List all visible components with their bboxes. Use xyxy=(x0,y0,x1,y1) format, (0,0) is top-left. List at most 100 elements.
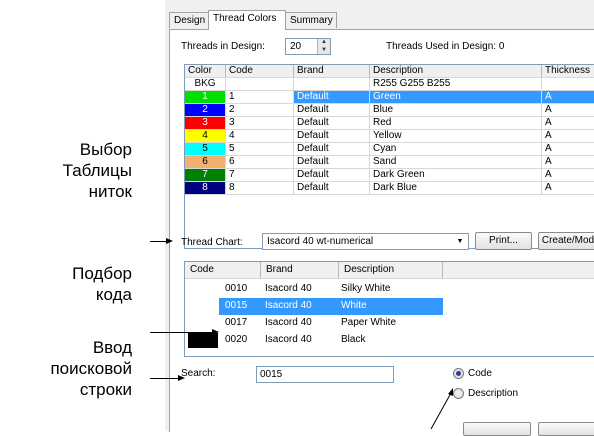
thread-swatch xyxy=(188,282,218,297)
brand-cell[interactable]: Default xyxy=(294,169,370,181)
list-item[interactable]: 0015 Isacord 40 White xyxy=(185,298,594,315)
brand-cell[interactable] xyxy=(294,78,370,90)
color-cell[interactable]: 6 xyxy=(185,156,226,168)
description-cell[interactable]: Yellow xyxy=(370,130,542,142)
code-cell[interactable]: 4 xyxy=(226,130,294,142)
create-modify-button[interactable]: Create/Modify xyxy=(538,232,594,250)
column-header-code[interactable]: Code xyxy=(226,65,294,77)
column-header-description[interactable]: Description xyxy=(339,262,443,278)
color-cell[interactable]: 2 xyxy=(185,104,226,116)
thread-match-list[interactable]: Code Brand Description 0010 Isacord 40 Sil… xyxy=(184,261,594,357)
color-cell[interactable]: BKG xyxy=(185,78,226,90)
thread-colors-table[interactable]: Color Code Brand Description Thickness B… xyxy=(184,64,594,249)
column-header-description[interactable]: Description xyxy=(370,65,542,77)
color-cell[interactable]: 8 xyxy=(185,182,226,194)
column-header-code[interactable]: Code xyxy=(185,262,261,278)
ok-button[interactable] xyxy=(463,422,531,436)
table-row[interactable]: 6 6 Default Sand A xyxy=(185,156,594,169)
brand-cell[interactable]: Default xyxy=(294,182,370,194)
brand-cell[interactable]: Default xyxy=(294,117,370,129)
brand-cell[interactable]: Default xyxy=(294,156,370,168)
chevron-down-icon[interactable]: ▼ xyxy=(454,235,466,248)
description-cell[interactable]: Sand xyxy=(370,156,542,168)
stepper-buttons[interactable]: ▲ ▼ xyxy=(317,39,330,54)
brand-cell[interactable]: Default xyxy=(294,91,370,103)
threads-in-design-stepper[interactable]: 20 ▲ ▼ xyxy=(285,38,331,55)
description-cell[interactable]: Dark Green xyxy=(370,169,542,181)
color-cell[interactable]: 4 xyxy=(185,130,226,142)
code-cell[interactable] xyxy=(226,78,294,90)
color-cell[interactable]: 7 xyxy=(185,169,226,181)
column-header-thickness[interactable]: Thickness xyxy=(542,65,594,77)
list-item[interactable]: 0020 Isacord 40 Black xyxy=(185,332,594,349)
thickness-cell[interactable]: A xyxy=(542,182,594,194)
description-cell[interactable]: Cyan xyxy=(370,143,542,155)
thickness-cell[interactable]: A xyxy=(542,169,594,181)
thickness-cell[interactable]: A xyxy=(542,117,594,129)
tab-summary[interactable]: Summary xyxy=(285,12,337,28)
stepper-up-icon[interactable]: ▲ xyxy=(318,39,330,47)
search-input[interactable]: 0015 xyxy=(256,366,394,383)
thickness-cell[interactable] xyxy=(542,78,594,90)
column-header-brand[interactable]: Brand xyxy=(294,65,370,77)
code-cell[interactable]: 2 xyxy=(226,104,294,116)
print-button[interactable]: Print... xyxy=(475,232,532,250)
brand-cell[interactable]: Default xyxy=(294,104,370,116)
search-by-code-label[interactable]: Code xyxy=(468,368,492,379)
thickness-cell[interactable]: A xyxy=(542,143,594,155)
description-cell[interactable]: Green xyxy=(370,91,542,103)
description-cell[interactable]: Blue xyxy=(370,104,542,116)
color-cell[interactable]: 3 xyxy=(185,117,226,129)
table-row[interactable]: 4 4 Default Yellow A xyxy=(185,130,594,143)
code-text: 0010 xyxy=(225,283,248,294)
table-row[interactable]: 3 3 Default Red A xyxy=(185,117,594,130)
thickness-cell[interactable]: A xyxy=(542,104,594,116)
search-by-description-label[interactable]: Description xyxy=(468,388,518,399)
column-header-brand[interactable]: Brand xyxy=(261,262,339,278)
thickness-cell[interactable]: A xyxy=(542,130,594,142)
callout-line: Ввод xyxy=(92,338,132,357)
threads-used-label: Threads Used in Design: 0 xyxy=(386,41,505,52)
color-cell[interactable]: 5 xyxy=(185,143,226,155)
list-item[interactable]: 0017 Isacord 40 Paper White xyxy=(185,315,594,332)
table-row[interactable]: 8 8 Default Dark Blue A xyxy=(185,182,594,195)
code-cell[interactable]: 3 xyxy=(226,117,294,129)
callout-search-entry: Ввод поисковой строки xyxy=(10,337,132,400)
thread-swatch xyxy=(188,333,218,348)
table-row[interactable]: 7 7 Default Dark Green A xyxy=(185,169,594,182)
code-cell[interactable]: 8 xyxy=(226,182,294,194)
brand-cell[interactable]: Default xyxy=(294,130,370,142)
description-text: White xyxy=(341,300,367,311)
table-row[interactable]: 2 2 Default Blue A xyxy=(185,104,594,117)
description-cell[interactable]: Red xyxy=(370,117,542,129)
code-cell[interactable]: 6 xyxy=(226,156,294,168)
tab-thread-colors[interactable]: Thread Colors xyxy=(208,10,286,30)
threads-in-design-value[interactable]: 20 xyxy=(290,41,301,52)
code-cell[interactable]: 5 xyxy=(226,143,294,155)
list-item[interactable]: 0010 Isacord 40 Silky White xyxy=(185,281,594,298)
thickness-cell[interactable]: A xyxy=(542,91,594,103)
description-cell[interactable]: R255 G255 B255 xyxy=(370,78,542,90)
description-text: Paper White xyxy=(341,317,397,328)
thread-chart-select[interactable]: Isacord 40 wt-numerical ▼ xyxy=(262,233,469,250)
tab-design[interactable]: Design xyxy=(169,12,209,28)
thickness-cell[interactable]: A xyxy=(542,156,594,168)
cancel-button[interactable] xyxy=(538,422,594,436)
column-header-color[interactable]: Color xyxy=(185,65,226,77)
thread-chart-label: Thread Chart: xyxy=(181,237,243,248)
code-cell[interactable]: 1 xyxy=(226,91,294,103)
thread-swatch xyxy=(188,299,218,314)
search-by-code-radio[interactable] xyxy=(453,368,464,379)
color-cell[interactable]: 1 xyxy=(185,91,226,103)
code-cell[interactable]: 7 xyxy=(226,169,294,181)
brand-cell[interactable]: Default xyxy=(294,143,370,155)
table-row[interactable]: 5 5 Default Cyan A xyxy=(185,143,594,156)
table-row[interactable]: 1 1 Default Green A xyxy=(185,91,594,104)
description-cell[interactable]: Dark Blue xyxy=(370,182,542,194)
selection-highlight xyxy=(219,298,443,315)
table-header: Color Code Brand Description Thickness xyxy=(185,65,594,78)
stepper-down-icon[interactable]: ▼ xyxy=(318,47,330,55)
arrow-code-match-line xyxy=(150,332,212,333)
table-row[interactable]: BKG R255 G255 B255 xyxy=(185,78,594,91)
search-value[interactable]: 0015 xyxy=(260,369,282,380)
